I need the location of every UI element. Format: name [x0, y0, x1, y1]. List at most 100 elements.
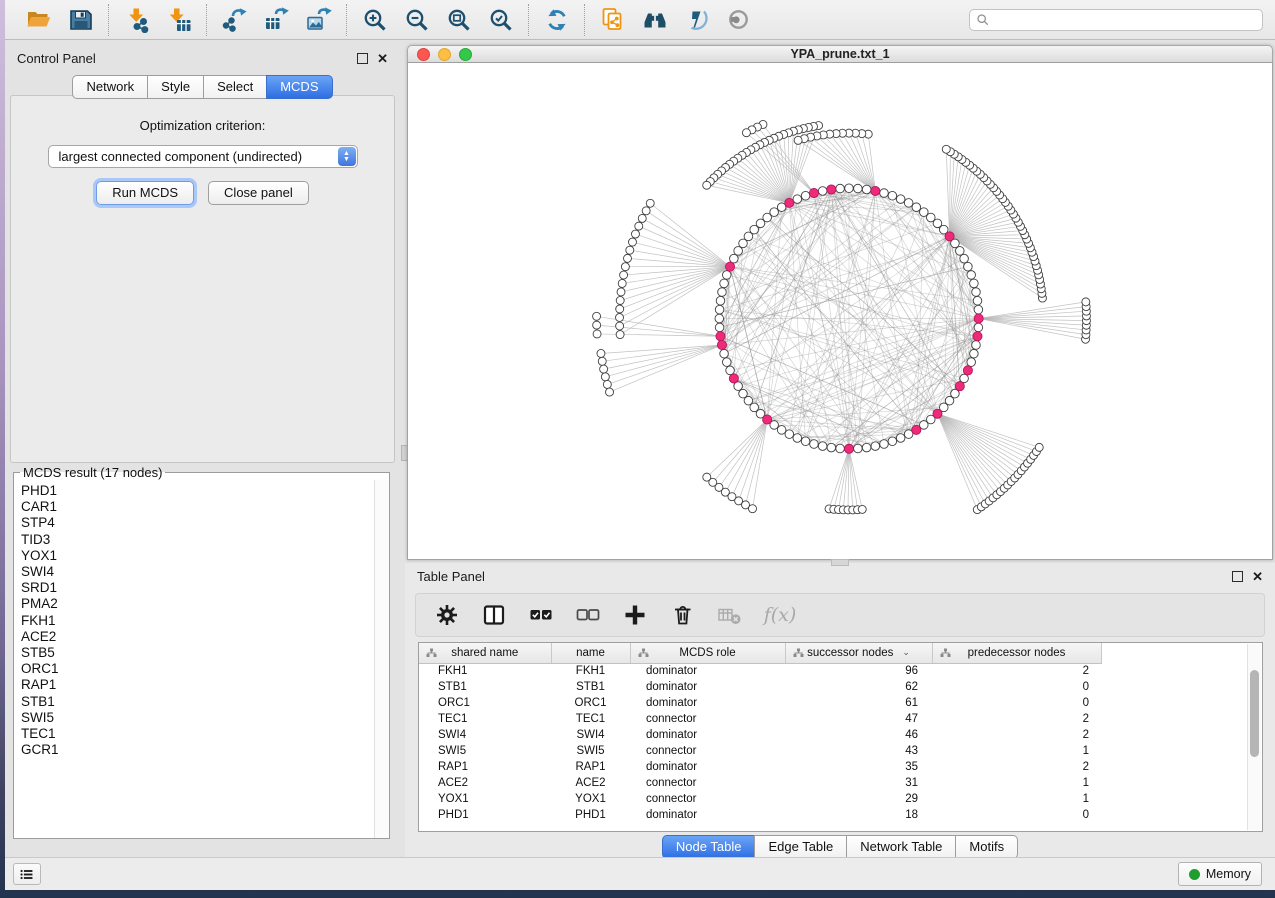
cell-name[interactable]: PHD1	[551, 807, 630, 823]
cell-successor-nodes[interactable]: 29	[785, 791, 932, 807]
mcds-result-item[interactable]: ORC1	[21, 661, 375, 677]
cell-predecessor-nodes[interactable]: 2	[932, 663, 1101, 679]
mcds-result-item[interactable]: CAR1	[21, 499, 375, 515]
table-row[interactable]: RAP1RAP1dominator352	[419, 759, 1101, 775]
tab-network[interactable]: Network	[72, 75, 148, 99]
column-header-shared-name[interactable]: shared name	[419, 643, 551, 663]
save-session-button[interactable]	[66, 5, 95, 34]
mcds-result-item[interactable]: STP4	[21, 515, 375, 531]
table-row[interactable]: STB1STB1dominator620	[419, 679, 1101, 695]
mcds-result-item[interactable]: ACE2	[21, 629, 375, 645]
close-panel-button[interactable]: Close panel	[208, 181, 309, 205]
search-input[interactable]	[990, 11, 1262, 29]
cell-predecessor-nodes[interactable]: 0	[932, 807, 1101, 823]
cell-shared-name[interactable]: YOX1	[419, 791, 551, 807]
mcds-result-item[interactable]: STB5	[21, 645, 375, 661]
cell-predecessor-nodes[interactable]: 0	[932, 679, 1101, 695]
cell-MCDS-role[interactable]: dominator	[630, 679, 785, 695]
cell-name[interactable]: SWI5	[551, 743, 630, 759]
table-row[interactable]: SWI4SWI4dominator462	[419, 727, 1101, 743]
table-scrollbar-thumb[interactable]	[1250, 670, 1259, 757]
cell-MCDS-role[interactable]: connector	[630, 711, 785, 727]
float-table-panel-icon[interactable]	[1232, 571, 1243, 582]
clone-network-button[interactable]	[598, 5, 627, 34]
cell-shared-name[interactable]: FKH1	[419, 663, 551, 679]
cell-name[interactable]: ACE2	[551, 775, 630, 791]
cell-MCDS-role[interactable]: dominator	[630, 695, 785, 711]
delete-columns-button[interactable]	[669, 602, 695, 628]
tab-style[interactable]: Style	[147, 75, 204, 99]
mcds-result-list[interactable]: PHD1CAR1STP4TID3YOX1SWI4SRD1PMA2FKH1ACE2…	[14, 480, 375, 838]
cell-shared-name[interactable]: PHD1	[419, 807, 551, 823]
hide-annotations-button[interactable]	[682, 5, 711, 34]
cell-predecessor-nodes[interactable]: 2	[932, 727, 1101, 743]
toggle-panels-button[interactable]	[481, 602, 507, 628]
tab-mcds[interactable]: MCDS	[266, 75, 332, 99]
cell-successor-nodes[interactable]: 46	[785, 727, 932, 743]
mcds-result-item[interactable]: PHD1	[21, 483, 375, 499]
import-network-button[interactable]	[122, 5, 151, 34]
import-table-button[interactable]	[164, 5, 193, 34]
cell-successor-nodes[interactable]: 62	[785, 679, 932, 695]
mcds-result-item[interactable]: FKH1	[21, 613, 375, 629]
cell-successor-nodes[interactable]: 18	[785, 807, 932, 823]
cell-MCDS-role[interactable]: dominator	[630, 727, 785, 743]
cell-successor-nodes[interactable]: 96	[785, 663, 932, 679]
cell-shared-name[interactable]: TEC1	[419, 711, 551, 727]
cell-shared-name[interactable]: STB1	[419, 679, 551, 695]
cell-MCDS-role[interactable]: connector	[630, 775, 785, 791]
column-header-name[interactable]: name	[551, 643, 630, 663]
cell-name[interactable]: YOX1	[551, 791, 630, 807]
column-header-successor-nodes[interactable]: successor nodes⌄	[785, 643, 932, 663]
refresh-network-button[interactable]	[542, 5, 571, 34]
export-image-button[interactable]	[304, 5, 333, 34]
search-box[interactable]	[969, 9, 1263, 31]
add-column-button[interactable]	[622, 602, 648, 628]
toggle-visibility-button[interactable]	[724, 5, 753, 34]
cell-name[interactable]: TEC1	[551, 711, 630, 727]
cell-shared-name[interactable]: SWI4	[419, 727, 551, 743]
cell-name[interactable]: SWI4	[551, 727, 630, 743]
table-row[interactable]: SWI5SWI5connector431	[419, 743, 1101, 759]
float-panel-icon[interactable]	[357, 53, 368, 64]
optimization-dropdown[interactable]: largest connected component (undirected)…	[48, 145, 358, 168]
table-row[interactable]: YOX1YOX1connector291	[419, 791, 1101, 807]
table-row[interactable]: TEC1TEC1connector472	[419, 711, 1101, 727]
cell-successor-nodes[interactable]: 43	[785, 743, 932, 759]
cell-MCDS-role[interactable]: dominator	[630, 807, 785, 823]
table-row[interactable]: FKH1FKH1dominator962	[419, 663, 1101, 679]
cell-predecessor-nodes[interactable]: 2	[932, 711, 1101, 727]
mcds-result-item[interactable]: STB1	[21, 694, 375, 710]
mcds-result-item[interactable]: PMA2	[21, 596, 375, 612]
zoom-selected-button[interactable]	[486, 5, 515, 34]
cell-MCDS-role[interactable]: connector	[630, 743, 785, 759]
cell-shared-name[interactable]: SWI5	[419, 743, 551, 759]
open-session-button[interactable]	[24, 5, 53, 34]
tab-network-table[interactable]: Network Table	[846, 835, 956, 859]
column-header-predecessor-nodes[interactable]: predecessor nodes	[932, 643, 1101, 663]
mcds-result-item[interactable]: GCR1	[21, 742, 375, 758]
table-row[interactable]: ACE2ACE2connector311	[419, 775, 1101, 791]
cell-predecessor-nodes[interactable]: 2	[932, 759, 1101, 775]
network-window-titlebar[interactable]: YPA_prune.txt_1	[407, 45, 1273, 63]
cell-predecessor-nodes[interactable]: 1	[932, 775, 1101, 791]
zoom-in-button[interactable]	[360, 5, 389, 34]
network-graph[interactable]	[408, 63, 1272, 559]
cell-shared-name[interactable]: ACE2	[419, 775, 551, 791]
memory-button[interactable]: Memory	[1178, 862, 1262, 886]
export-network-button[interactable]	[220, 5, 249, 34]
cell-name[interactable]: ORC1	[551, 695, 630, 711]
tab-edge-table[interactable]: Edge Table	[754, 835, 847, 859]
mcds-result-item[interactable]: RAP1	[21, 677, 375, 693]
export-table-button[interactable]	[262, 5, 291, 34]
zoom-out-button[interactable]	[402, 5, 431, 34]
tab-node-table[interactable]: Node Table	[662, 835, 756, 859]
table-row[interactable]: ORC1ORC1dominator610	[419, 695, 1101, 711]
cell-successor-nodes[interactable]: 31	[785, 775, 932, 791]
deselect-all-button[interactable]	[575, 602, 601, 628]
cell-successor-nodes[interactable]: 35	[785, 759, 932, 775]
network-canvas[interactable]	[407, 63, 1273, 560]
table-scrollbar[interactable]	[1247, 644, 1261, 830]
cell-shared-name[interactable]: ORC1	[419, 695, 551, 711]
mcds-result-item[interactable]: SWI4	[21, 564, 375, 580]
